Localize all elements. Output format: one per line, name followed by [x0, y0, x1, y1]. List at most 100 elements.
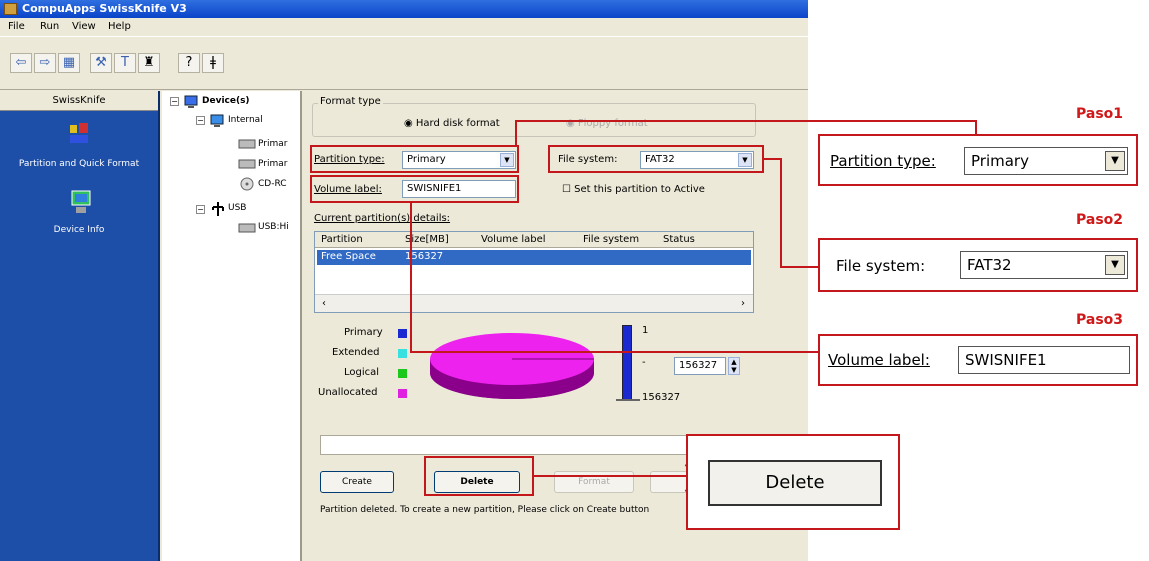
- partition-icon[interactable]: [68, 121, 90, 145]
- callout-delete: Delete: [686, 434, 900, 530]
- create-button[interactable]: Create: [320, 471, 394, 493]
- slider-base: [616, 399, 640, 401]
- monitor-icon: [210, 114, 226, 127]
- computer-icon: [184, 95, 200, 108]
- trophy-icon[interactable]: ♜: [138, 53, 160, 73]
- menu-view[interactable]: View: [72, 19, 96, 35]
- shortcut-pane-header: SwissKnife: [0, 91, 158, 111]
- partition-shortcut-label[interactable]: Partition and Quick Format: [0, 159, 158, 169]
- menu-run[interactable]: Run: [40, 19, 59, 35]
- hard-disk-icon: [238, 139, 256, 151]
- callout-partition-type: Partition type: Primary ▼: [818, 134, 1138, 186]
- menu-help[interactable]: Help: [108, 19, 131, 35]
- callout-volume-label-label: Volume label:: [828, 351, 930, 369]
- app-icon: [4, 3, 17, 15]
- spinner-arrows-icon[interactable]: ▲ ▼: [728, 357, 740, 375]
- callout-file-system-label: File system:: [836, 257, 926, 275]
- forward-icon[interactable]: ⇨: [34, 53, 56, 73]
- callout-delete-button: Delete: [708, 460, 882, 506]
- connector-line: [515, 120, 517, 146]
- legend-logical-swatch: [398, 369, 407, 378]
- column-header[interactable]: File system: [583, 234, 639, 245]
- callout-file-system: File system: FAT32 ▼: [818, 238, 1138, 292]
- details-label: Current partition(s) details:: [314, 213, 451, 224]
- legend-primary-swatch: [398, 329, 407, 338]
- legend-unallocated-swatch: [398, 389, 407, 398]
- scroll-right-icon[interactable]: ›: [735, 296, 751, 311]
- step-3-label: Paso3: [1076, 312, 1124, 328]
- scroll-left-icon[interactable]: ‹: [316, 296, 332, 311]
- callout-volume-label: Volume label: SWISNIFE1: [818, 334, 1138, 386]
- callout-partition-type-select: Primary ▼: [964, 147, 1128, 175]
- connector-line: [410, 203, 412, 353]
- highlight-partition-type: [310, 145, 519, 173]
- table-row[interactable]: Free Space 156327: [317, 250, 751, 265]
- callout-file-system-select: FAT32 ▼: [960, 251, 1128, 279]
- size-slider[interactable]: [622, 325, 632, 401]
- menu-bar: File Run View Help: [0, 19, 808, 35]
- partition-list[interactable]: Partition Size[MB] Volume label File sys…: [314, 231, 754, 313]
- device-info-icon[interactable]: [70, 189, 92, 213]
- hard-disk-format-radio[interactable]: ◉ Hard disk format: [404, 118, 500, 129]
- tree-disk-1[interactable]: Primar: [258, 139, 287, 149]
- column-header[interactable]: Partition: [321, 234, 363, 245]
- callout-volume-label-input: SWISNIFE1: [958, 346, 1130, 374]
- usb-icon: [210, 201, 226, 216]
- connector-line: [780, 266, 822, 268]
- callout-volume-label-value: SWISNIFE1: [965, 351, 1047, 369]
- status-message: Partition deleted. To create a new parti…: [320, 505, 650, 515]
- tools-icon[interactable]: ⚒: [90, 53, 112, 73]
- tree-usb[interactable]: USB: [228, 203, 246, 213]
- set-active-label: Set this partition to Active: [574, 184, 705, 195]
- device-tree: − Device(s) − Internal Primar Primar CD-…: [162, 91, 302, 561]
- window-title: CompuApps SwissKnife V3: [22, 2, 187, 15]
- callout-file-system-value: FAT32: [967, 256, 1012, 274]
- connector-line: [410, 351, 822, 353]
- horizontal-scrollbar[interactable]: ‹ ›: [315, 294, 753, 312]
- device-info-shortcut-label[interactable]: Device Info: [0, 225, 158, 235]
- connector-line: [975, 120, 977, 134]
- connector-line: [515, 120, 977, 122]
- slider-bottom-value: 156327: [642, 392, 681, 403]
- chevron-down-icon: ▼: [1105, 255, 1125, 275]
- tree-cdrom[interactable]: CD-RC: [258, 179, 287, 189]
- menu-file[interactable]: File: [8, 19, 25, 35]
- hard-disk-icon: [238, 159, 256, 171]
- tree-usb-disk[interactable]: USB:Hi: [258, 222, 289, 232]
- table-cell: Free Space: [321, 251, 376, 262]
- info-icon[interactable]: ǂ: [202, 53, 224, 73]
- highlight-file-system: [548, 145, 764, 173]
- tree-internal[interactable]: Internal: [228, 115, 263, 125]
- slider-mid-value: -: [642, 357, 646, 368]
- legend-unallocated-label: Unallocated: [318, 387, 378, 398]
- back-icon[interactable]: ⇦: [10, 53, 32, 73]
- grid-icon[interactable]: ▦: [58, 53, 80, 73]
- collapse-icon[interactable]: −: [170, 97, 179, 106]
- collapse-icon[interactable]: −: [196, 116, 205, 125]
- tree-root[interactable]: Device(s): [202, 96, 250, 106]
- help-icon[interactable]: ?: [178, 53, 200, 73]
- tree-disk-2[interactable]: Primar: [258, 159, 287, 169]
- title-bar: CompuApps SwissKnife V3: [0, 0, 808, 18]
- shortcut-pane: SwissKnife Partition and Quick Format De…: [0, 91, 160, 561]
- size-spinner-input[interactable]: 156327: [674, 357, 726, 375]
- column-header[interactable]: Volume label: [481, 234, 546, 245]
- highlight-volume-label: [310, 175, 519, 203]
- cdrom-icon: [238, 177, 254, 191]
- step-1-label: Paso1: [1076, 106, 1124, 122]
- legend-primary-label: Primary: [344, 327, 383, 338]
- format-icon[interactable]: T: [114, 53, 136, 73]
- connector-line: [780, 158, 782, 268]
- column-header[interactable]: Status: [663, 234, 695, 245]
- list-header: Partition Size[MB] Volume label File sys…: [315, 232, 753, 248]
- partition-disk-chart: [430, 333, 594, 399]
- connector-line: [762, 158, 782, 160]
- collapse-icon[interactable]: −: [196, 205, 205, 214]
- set-active-checkbox[interactable]: ☐ Set this partition to Active: [562, 184, 705, 195]
- legend-extended-swatch: [398, 349, 407, 358]
- legend-logical-label: Logical: [344, 367, 380, 378]
- hard-disk-format-label: Hard disk format: [415, 118, 500, 129]
- usb-disk-icon: [238, 223, 256, 235]
- chevron-down-icon: ▼: [1105, 151, 1125, 171]
- callout-partition-type-value: Primary: [971, 152, 1029, 170]
